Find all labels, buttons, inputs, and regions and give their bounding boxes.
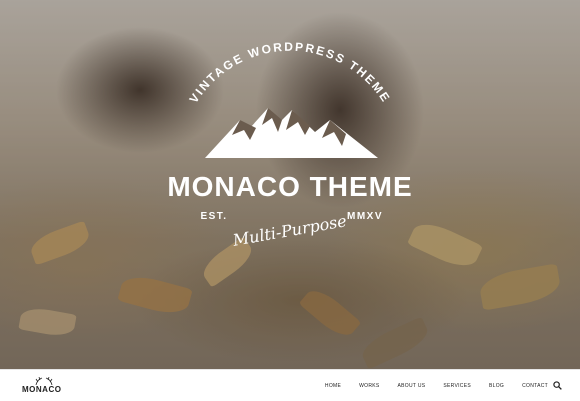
tagline-text: Multi-Purpose	[230, 211, 348, 250]
antlers-icon	[35, 377, 53, 385]
main-menu: HOME WORKS ABOUT US SERVICES BLOG CONTAC…	[307, 370, 548, 401]
menu-item-contact[interactable]: CONTACT	[522, 383, 548, 389]
menu-item-services[interactable]: SERVICES	[443, 383, 471, 389]
navbar: MONACO HOME WORKS ABOUT US SERVICES BLOG…	[0, 369, 580, 401]
site-logo[interactable]: MONACO	[22, 377, 66, 397]
menu-item-works[interactable]: WORKS	[359, 383, 379, 389]
est-text: EST.	[200, 211, 227, 222]
year-text: MMXV	[347, 211, 383, 222]
logo-text: MONACO	[22, 385, 62, 394]
menu-item-home[interactable]: HOME	[325, 383, 341, 389]
theme-emblem: VINTAGE WORDPRESS THEME MONACO THEME EST…	[167, 40, 412, 250]
menu-item-about-us[interactable]: ABOUT US	[398, 383, 426, 389]
menu-item-blog[interactable]: BLOG	[489, 383, 504, 389]
arc-text: VINTAGE WORDPRESS THEME	[187, 40, 394, 106]
search-icon[interactable]	[553, 381, 562, 390]
mountain-icon	[205, 108, 378, 158]
hero-title: MONACO THEME	[167, 171, 412, 202]
